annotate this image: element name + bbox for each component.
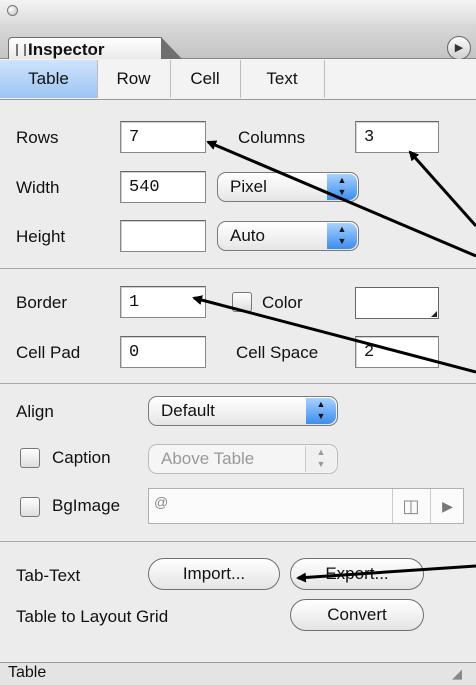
arrow-to-export: [296, 564, 476, 583]
arrow-to-border: [192, 295, 476, 374]
callout-arrows: [192, 140, 476, 583]
arrow-to-rows: [206, 140, 476, 258]
arrow-to-columns: [408, 150, 476, 227]
